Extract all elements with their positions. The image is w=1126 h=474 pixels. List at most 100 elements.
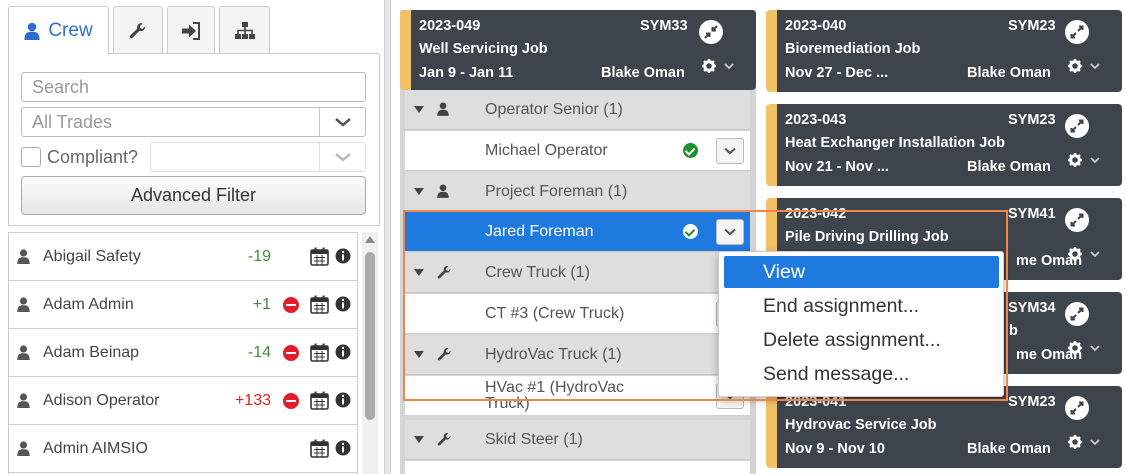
calendar-icon[interactable]: [310, 439, 329, 458]
trades-select[interactable]: All Trades: [21, 107, 366, 137]
collapse-triangle-icon[interactable]: [414, 106, 424, 113]
crew-list-item[interactable]: Adam Admin +1: [9, 281, 357, 329]
crew-name: Adam Admin: [43, 295, 134, 313]
crew-list: Abigail Safety -19 Adam Admin +1 Adam Be…: [8, 232, 358, 474]
wrench-icon: [437, 347, 451, 361]
assignment-label: HVac #1 (HydroVac Truck): [485, 379, 624, 412]
assignment-row[interactable]: HVac #1 (HydroVac Truck): [405, 376, 750, 416]
expand-icon[interactable]: [1065, 396, 1089, 420]
search-input[interactable]: Search: [21, 72, 366, 102]
job-title: Pile Driving Drilling Job: [785, 229, 949, 245]
group-skid-steer[interactable]: Skid Steer (1): [405, 420, 750, 460]
tab-hierarchy[interactable]: [219, 6, 270, 54]
job-card[interactable]: 2023-040 SYM23 Bioremediation Job Nov 27…: [766, 10, 1122, 92]
assignment-label: Michael Operator: [485, 141, 608, 159]
tab-equipment[interactable]: [113, 6, 163, 54]
assignment-row[interactable]: Michael Operator: [405, 131, 750, 171]
tab-crew-label: Crew: [48, 20, 93, 41]
job-code: 2023-040: [785, 18, 847, 34]
collapse-triangle-icon[interactable]: [414, 351, 424, 358]
collapse-triangle-icon[interactable]: [414, 269, 424, 276]
assignment-menu-button[interactable]: [716, 138, 744, 164]
assignment-row-selected[interactable]: Jared Foreman: [405, 212, 750, 252]
job-settings-menu[interactable]: [1068, 435, 1100, 449]
trades-placeholder: All Trades: [32, 111, 113, 132]
info-icon[interactable]: [335, 392, 351, 408]
info-icon[interactable]: [335, 248, 351, 264]
group-label: Project Foreman (1): [485, 182, 628, 200]
tab-login[interactable]: [167, 6, 215, 54]
info-icon[interactable]: [335, 296, 351, 312]
group-label: Skid Steer (1): [485, 430, 583, 448]
job-card[interactable]: 2023-043 SYM23 Heat Exchanger Installati…: [766, 104, 1122, 186]
crew-count: +1: [252, 295, 271, 313]
filter-box: Search All Trades Compliant? Advanced Fi…: [8, 54, 380, 226]
job-dates: Nov 9 - Nov 10: [785, 441, 885, 457]
panel-splitter[interactable]: [384, 0, 391, 474]
sitemap-icon: [234, 21, 255, 39]
search-placeholder: Search: [32, 76, 90, 97]
job-card[interactable]: 2023-041 SYM23 Hydrovac Service Job Nov …: [766, 386, 1122, 468]
group-project-foreman[interactable]: Project Foreman (1): [405, 172, 750, 212]
menu-item-send-message[interactable]: Send message...: [724, 358, 999, 390]
collapse-triangle-icon[interactable]: [414, 436, 424, 443]
compress-icon[interactable]: [699, 20, 723, 44]
job-owner: Blake Oman: [967, 159, 1051, 175]
crew-list-item[interactable]: Admin AIMSIO: [9, 425, 357, 473]
calendar-icon[interactable]: [310, 343, 329, 362]
job-settings-menu[interactable]: [1068, 153, 1100, 167]
job-settings-menu[interactable]: [1068, 341, 1100, 355]
scroll-up-arrow[interactable]: [365, 236, 375, 243]
gear-icon: [1068, 341, 1082, 355]
info-icon[interactable]: [335, 440, 351, 456]
assignment-label: CT #3 (Crew Truck): [485, 304, 625, 322]
info-icon[interactable]: [335, 344, 351, 360]
wrench-icon: [437, 265, 451, 279]
expand-icon[interactable]: [1065, 302, 1089, 326]
job-sym: SYM33: [640, 18, 688, 34]
compliant-select[interactable]: [150, 142, 366, 172]
job-title: Heat Exchanger Installation Job: [785, 135, 1005, 151]
crew-list-scrollbar[interactable]: [362, 232, 378, 474]
group-hydrovac-truck[interactable]: HydroVac Truck (1): [405, 335, 750, 375]
scroll-thumb[interactable]: [365, 252, 375, 420]
assignment-row[interactable]: CT #3 (Crew Truck): [405, 294, 750, 334]
job-dates: Nov 21 - Nov ...: [785, 159, 889, 175]
no-entry-icon: [283, 345, 299, 361]
chevron-down-icon: [1090, 344, 1100, 351]
job-settings-menu[interactable]: [1068, 247, 1100, 261]
crew-panel: Crew Search All Trades Compliant? Advanc…: [0, 0, 382, 474]
group-operator-senior[interactable]: Operator Senior (1): [405, 90, 750, 130]
expand-icon[interactable]: [1065, 20, 1089, 44]
chevron-down-icon: [724, 147, 736, 155]
calendar-icon[interactable]: [310, 247, 329, 266]
job-title: Hydrovac Service Job: [785, 417, 937, 433]
job-owner: Blake Oman: [967, 441, 1051, 457]
user-icon: [24, 22, 40, 40]
job-settings-menu[interactable]: [702, 59, 734, 73]
advanced-filter-button[interactable]: Advanced Filter: [21, 176, 366, 215]
group-crew-truck[interactable]: Crew Truck (1): [405, 253, 750, 293]
menu-item-end-assignment[interactable]: End assignment...: [724, 290, 999, 322]
compliant-checkbox[interactable]: [21, 147, 41, 167]
calendar-icon[interactable]: [310, 295, 329, 314]
job-title: Bioremediation Job: [785, 41, 921, 57]
menu-item-view[interactable]: View: [724, 256, 999, 288]
expand-icon[interactable]: [1065, 208, 1089, 232]
calendar-icon[interactable]: [310, 391, 329, 410]
collapse-triangle-icon[interactable]: [414, 188, 424, 195]
job-sym: SYM23: [1008, 112, 1056, 128]
tab-crew[interactable]: Crew: [8, 6, 109, 55]
assignment-row[interactable]: [405, 461, 750, 474]
crew-list-item[interactable]: Adam Beinap -14: [9, 329, 357, 377]
crew-list-item[interactable]: Adison Operator +133: [9, 377, 357, 425]
job-settings-menu[interactable]: [1068, 59, 1100, 73]
crew-list-item[interactable]: Abigail Safety -19: [9, 233, 357, 281]
assignment-menu-button[interactable]: [716, 219, 744, 245]
job-card[interactable]: 2023-049 SYM33 Well Servicing Job Jan 9 …: [400, 10, 756, 90]
menu-item-delete-assignment[interactable]: Delete assignment...: [724, 324, 999, 356]
chevron-down-icon: [724, 228, 736, 236]
expand-icon[interactable]: [1065, 114, 1089, 138]
assignment-context-menu: View End assignment... Delete assignment…: [718, 251, 1004, 397]
chevron-down-icon: [319, 143, 365, 171]
